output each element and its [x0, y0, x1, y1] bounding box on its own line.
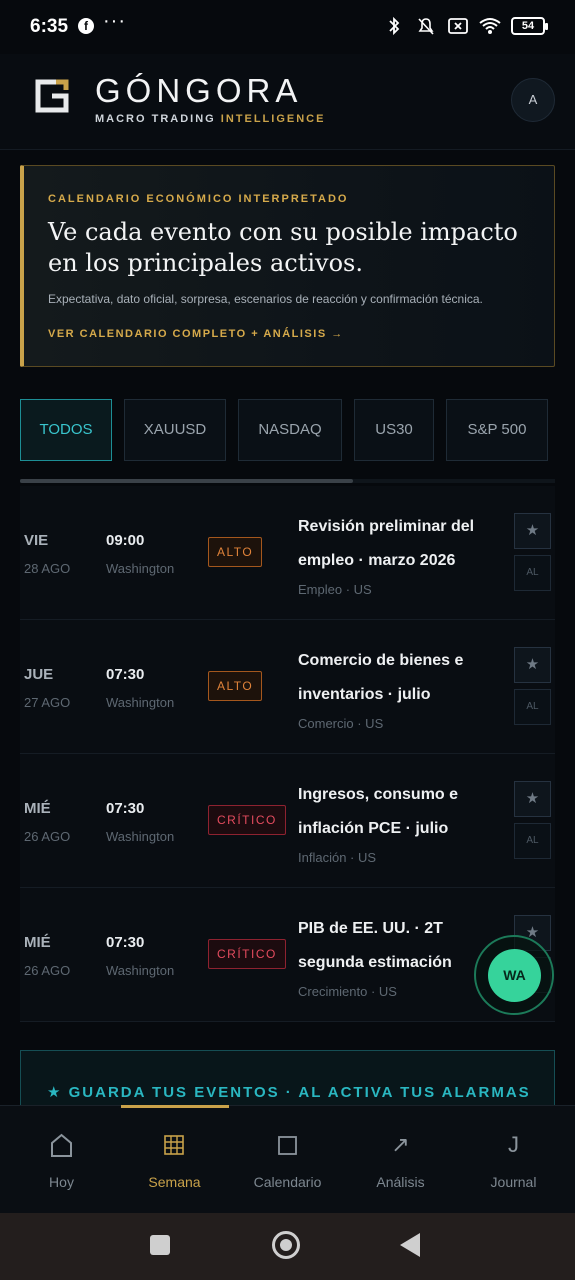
- bottom-nav: Hoy Semana Calendario ↗ Análisis J Journ…: [0, 1105, 575, 1213]
- event-row[interactable]: VIE 28 AGO 09:00 Washington ALTO Revisió…: [20, 486, 555, 620]
- event-category: Comercio · US: [298, 716, 384, 731]
- filter-scrollbar[interactable]: [20, 479, 555, 483]
- filter-nasdaq[interactable]: NASDAQ: [238, 399, 342, 461]
- event-date: 27 AGO: [24, 695, 71, 710]
- brand-subtitle-accent: INTELLIGENCE: [220, 113, 326, 125]
- event-row[interactable]: JUE 27 AGO 07:30 Washington ALTO Comerci…: [20, 620, 555, 754]
- bluetooth-icon: [389, 16, 400, 36]
- alarm-button[interactable]: AL: [514, 823, 551, 859]
- event-row[interactable]: MIÉ 26 AGO 07:30 Washington CRÍTICO PIB …: [20, 888, 555, 1022]
- recents-icon[interactable]: [150, 1235, 170, 1255]
- status-time: 6:35: [30, 16, 69, 37]
- nav-label: Calendario: [253, 1174, 322, 1190]
- event-location: Washington: [106, 695, 175, 710]
- event-time: 07:30: [106, 666, 145, 683]
- facebook-icon: f: [78, 18, 94, 34]
- event-title[interactable]: PIB de EE. UU. · 2T segunda estimación: [298, 912, 498, 980]
- wifi-icon: [479, 18, 501, 34]
- event-day: VIE: [24, 532, 49, 549]
- event-row[interactable]: MIÉ 26 AGO 07:30 Washington CRÍTICO Ingr…: [20, 754, 555, 888]
- hero-kicker: CALENDARIO ECONÓMICO INTERPRETADO: [48, 193, 349, 205]
- event-title[interactable]: Revisión preliminar del empleo · marzo 2…: [298, 510, 498, 578]
- impact-badge: ALTO: [208, 537, 263, 567]
- filter-todos[interactable]: TODOS: [20, 399, 112, 461]
- impact-badge: ALTO: [208, 671, 263, 701]
- filter-scrollbar-thumb[interactable]: [20, 479, 353, 483]
- impact-badge: CRÍTICO: [208, 939, 286, 969]
- filter-xauusd[interactable]: XAUUSD: [124, 399, 226, 461]
- arrow-icon: ↗: [391, 1132, 410, 1157]
- home-icon: [51, 1133, 72, 1157]
- grid-icon: [164, 1135, 184, 1155]
- bell-off-icon: [418, 18, 434, 35]
- event-title[interactable]: Ingresos, consumo e inflación PCE · juli…: [298, 778, 498, 846]
- event-date: 26 AGO: [24, 829, 71, 844]
- event-location: Washington: [106, 561, 175, 576]
- alarm-button[interactable]: AL: [514, 555, 551, 591]
- view-full-calendar-link[interactable]: VER CALENDARIO COMPLETO + ANÁLISIS →: [48, 328, 344, 340]
- hero-card: CALENDARIO ECONÓMICO INTERPRETADO Ve cad…: [20, 165, 555, 367]
- event-time: 07:30: [106, 800, 145, 817]
- event-date: 28 AGO: [24, 561, 71, 576]
- alarm-button[interactable]: AL: [514, 689, 551, 725]
- whatsapp-fab[interactable]: WA: [474, 935, 554, 1015]
- nav-hoy[interactable]: Hoy: [4, 1106, 119, 1214]
- event-category: Inflación · US: [298, 850, 377, 865]
- event-category: Crecimiento · US: [298, 984, 397, 999]
- nav-journal[interactable]: J Journal: [456, 1106, 571, 1214]
- sim-off-icon: [448, 18, 468, 34]
- whatsapp-button[interactable]: WA: [488, 949, 541, 1002]
- battery-icon: 54: [511, 17, 548, 35]
- impact-badge: CRÍTICO: [208, 805, 286, 835]
- event-location: Washington: [106, 963, 175, 978]
- asset-filter-tabs: TODOS XAUUSD NASDAQ US30 S&P 500: [20, 399, 575, 461]
- nav-active-indicator: [121, 1105, 229, 1108]
- event-day: MIÉ: [24, 800, 51, 817]
- event-title[interactable]: Comercio de bienes e inventarios · julio: [298, 644, 498, 712]
- square-icon: [278, 1136, 297, 1155]
- more-notifications-icon: ···: [103, 10, 126, 32]
- event-day: MIÉ: [24, 934, 51, 951]
- event-location: Washington: [106, 829, 175, 844]
- filter-us30[interactable]: US30: [354, 399, 434, 461]
- home-button-icon[interactable]: [272, 1231, 300, 1259]
- status-icons: 54: [383, 16, 548, 36]
- avatar[interactable]: A: [511, 78, 555, 122]
- hero-description: Expectativa, dato oficial, sorpresa, esc…: [48, 292, 483, 306]
- event-day: JUE: [24, 666, 54, 683]
- favorite-star-button[interactable]: ★: [514, 647, 551, 683]
- event-time: 09:00: [106, 532, 145, 549]
- status-bar: 6:35 f ··· 54: [0, 0, 575, 54]
- brand-name: GÓNGORA: [95, 72, 303, 109]
- event-category: Empleo · US: [298, 582, 372, 597]
- gongora-logo-icon[interactable]: [34, 78, 70, 114]
- nav-calendario[interactable]: Calendario: [230, 1106, 345, 1214]
- nav-analisis[interactable]: ↗ Análisis: [343, 1106, 458, 1214]
- favorite-star-button[interactable]: ★: [514, 781, 551, 817]
- brand-subtitle: MACRO TRADING INTELLIGENCE: [95, 113, 325, 125]
- event-time: 07:30: [106, 934, 145, 951]
- brand-subtitle-main: MACRO TRADING: [95, 113, 221, 125]
- system-nav-bar: [0, 1213, 575, 1280]
- nav-label: Semana: [148, 1174, 201, 1190]
- nav-label: Journal: [490, 1174, 537, 1190]
- hero-title: Ve cada evento con su posible impacto en…: [48, 218, 518, 277]
- nav-semana[interactable]: Semana: [117, 1105, 232, 1214]
- event-date: 26 AGO: [24, 963, 71, 978]
- favorite-star-button[interactable]: ★: [514, 513, 551, 549]
- filter-sp500[interactable]: S&P 500: [446, 399, 548, 461]
- app-header: GÓNGORA MACRO TRADING INTELLIGENCE A: [0, 54, 575, 150]
- back-icon[interactable]: [400, 1233, 420, 1257]
- journal-icon: J: [508, 1132, 519, 1157]
- nav-label: Hoy: [49, 1174, 74, 1190]
- save-events-text: ★ GUARDA TUS EVENTOS · AL ACTIVA TUS ALA…: [47, 1084, 531, 1101]
- nav-label: Análisis: [376, 1174, 425, 1190]
